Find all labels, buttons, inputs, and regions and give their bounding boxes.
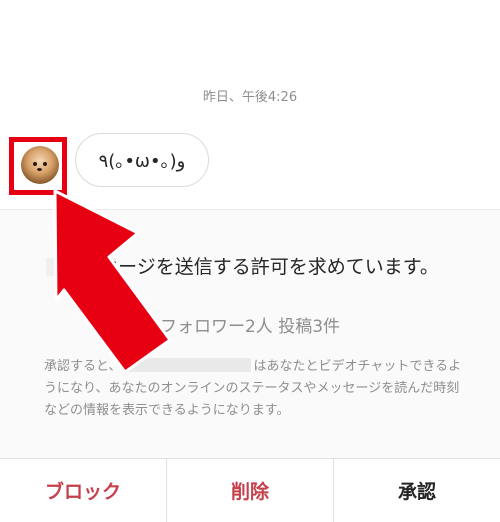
message-bubble[interactable]: ٩(｡•ω•｡)و: [75, 133, 209, 187]
request-description: 承認すると、 はあなたとビデオチャットできるようになり、あなたのオンラインのステー…: [44, 356, 462, 422]
message-timestamp: 昨日、午後4:26: [202, 90, 298, 105]
message-request-panel: メッセージを送信する許可を求めています。 フォロワー2人 投稿3件 承認すると、…: [0, 210, 500, 458]
request-actions: ブロック 削除 承認: [0, 458, 500, 522]
request-stats: フォロワー2人 投稿3件: [159, 317, 341, 337]
redacted-name: [123, 358, 252, 372]
annotation-highlight-box: [9, 137, 67, 195]
block-button[interactable]: ブロック: [0, 459, 166, 522]
accept-button[interactable]: 承認: [333, 459, 500, 522]
delete-button[interactable]: 削除: [166, 459, 333, 522]
request-title: メッセージを送信する許可を求めています。: [61, 256, 439, 278]
description-before: 承認すると、: [44, 359, 122, 374]
conversation-area: 昨日、午後4:26 ٩(｡•ω•｡)و: [0, 0, 500, 210]
